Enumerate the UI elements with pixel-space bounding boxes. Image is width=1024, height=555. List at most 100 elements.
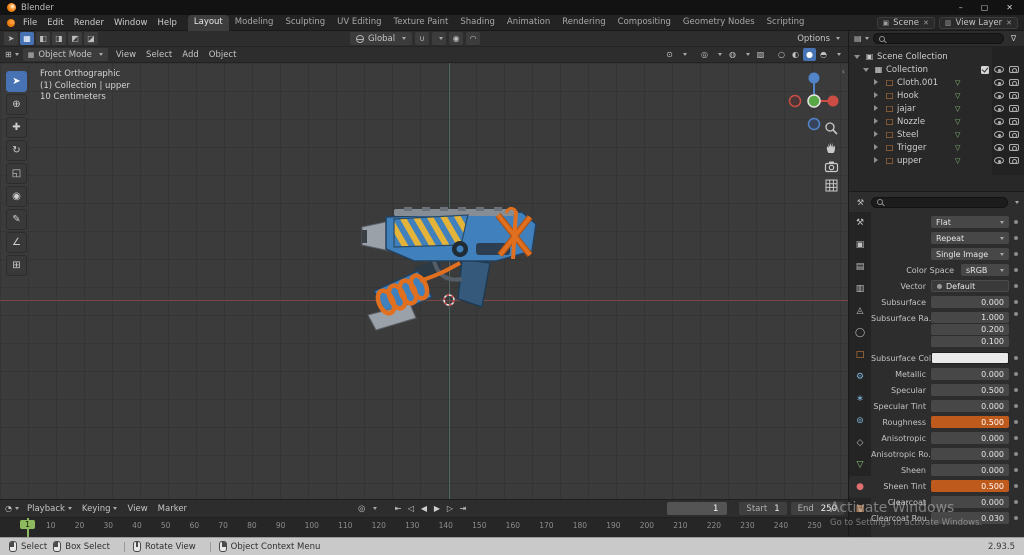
- tool-measure-button[interactable]: ∠: [6, 232, 27, 253]
- menu-window[interactable]: Window: [109, 18, 153, 28]
- timeline-menu-marker[interactable]: Marker: [153, 504, 192, 514]
- expand-icon[interactable]: [874, 117, 883, 127]
- specular-slider[interactable]: 0.500: [931, 384, 1009, 396]
- keyframe-dot[interactable]: [1009, 236, 1022, 240]
- expand-icon[interactable]: [874, 78, 883, 88]
- properties-search-input[interactable]: [871, 196, 1008, 208]
- outliner-item-upper[interactable]: □ upper ▽: [849, 154, 1024, 167]
- keyframe-dot[interactable]: [1009, 452, 1022, 456]
- transform-orientation-dropdown[interactable]: Global: [350, 32, 413, 45]
- hide-viewport-icon[interactable]: [994, 144, 1004, 151]
- expand-icon[interactable]: [874, 91, 883, 101]
- view-layer-unlink-icon[interactable]: ✕: [1006, 19, 1012, 27]
- gizmo-dropdown[interactable]: [712, 48, 725, 61]
- tweak-select-icon[interactable]: ▦: [20, 32, 34, 45]
- shading-solid-icon[interactable]: ◐: [789, 48, 802, 61]
- playhead-tag[interactable]: 1: [20, 520, 36, 529]
- properties-tab-scene[interactable]: ◬: [849, 300, 871, 322]
- specular-tint-slider[interactable]: 0.000: [931, 400, 1009, 412]
- single-image-dropdown[interactable]: Single Image: [931, 248, 1009, 260]
- axis-z-handle[interactable]: [808, 72, 820, 84]
- outliner-search-input[interactable]: [872, 33, 1004, 44]
- show-gizmo-icon[interactable]: ◎: [698, 48, 711, 61]
- color-space-dropdown[interactable]: sRGB: [961, 264, 1009, 276]
- sheen-slider[interactable]: 0.000: [931, 464, 1009, 476]
- viewport-menu-object[interactable]: Object: [204, 50, 242, 60]
- hide-viewport-icon[interactable]: [994, 92, 1004, 99]
- properties-tab-object[interactable]: □: [849, 344, 871, 366]
- disable-render-icon[interactable]: [1009, 66, 1019, 73]
- outliner-item-cloth-001[interactable]: □ Cloth.001 ▽: [849, 76, 1024, 89]
- properties-tab-modifiers[interactable]: ⚙: [849, 366, 871, 388]
- tab-shading[interactable]: Shading: [454, 15, 501, 31]
- tab-sculpting[interactable]: Sculpting: [279, 15, 331, 31]
- tool-scale-button[interactable]: ◱: [6, 163, 27, 184]
- active-tool-icon[interactable]: ➤: [4, 32, 18, 45]
- subsurface-slider[interactable]: 0.000: [931, 296, 1009, 308]
- properties-tab-material[interactable]: ●: [849, 476, 871, 498]
- keyframe-dot[interactable]: [1009, 468, 1022, 472]
- minimize-button[interactable]: –: [959, 3, 963, 12]
- jump-to-start-button[interactable]: ⇤: [392, 502, 404, 515]
- properties-tab-view-layer[interactable]: ▥: [849, 278, 871, 300]
- hide-viewport-icon[interactable]: [994, 79, 1004, 86]
- expand-icon[interactable]: [874, 156, 883, 166]
- jump-to-end-button[interactable]: ⇥: [457, 502, 469, 515]
- tab-animation[interactable]: Animation: [501, 15, 556, 31]
- collapse-icon[interactable]: [854, 52, 863, 62]
- auto-keying-icon[interactable]: ◎: [358, 504, 365, 514]
- hide-viewport-icon[interactable]: [994, 118, 1004, 125]
- properties-tab-texture[interactable]: ▦: [849, 498, 871, 520]
- anisotropic-slider[interactable]: 0.000: [931, 432, 1009, 444]
- keyframe-dot[interactable]: [1009, 252, 1022, 256]
- outliner-item-hook[interactable]: □ Hook ▽: [849, 89, 1024, 102]
- sidebar-toggle[interactable]: ‹: [842, 67, 845, 76]
- keyframe-dot[interactable]: [1009, 284, 1022, 288]
- disable-render-icon[interactable]: [1009, 157, 1019, 164]
- pan-hand-icon[interactable]: [824, 140, 839, 155]
- maximize-button[interactable]: ▢: [981, 3, 989, 12]
- properties-tab-particles[interactable]: ∗: [849, 388, 871, 410]
- mode-dropdown[interactable]: ▦ Object Mode: [22, 48, 108, 61]
- subsurface-ra-field-1[interactable]: 0.200: [931, 324, 1009, 335]
- gun-model[interactable]: [356, 203, 546, 343]
- tool-add-cube-button[interactable]: ⊞: [6, 255, 27, 276]
- properties-tab-world[interactable]: ◯: [849, 322, 871, 344]
- tab-scripting[interactable]: Scripting: [761, 15, 811, 31]
- disable-render-icon[interactable]: [1009, 105, 1019, 112]
- keyframe-dot[interactable]: [1009, 404, 1022, 408]
- menu-file[interactable]: File: [18, 18, 42, 28]
- disable-render-icon[interactable]: [1009, 144, 1019, 151]
- proportional-editing-icon[interactable]: ◉: [449, 32, 464, 45]
- disable-render-icon[interactable]: [1009, 92, 1019, 99]
- hide-viewport-icon[interactable]: [994, 105, 1004, 112]
- timeline-editor-icon[interactable]: ◔: [4, 502, 20, 515]
- visibility-dropdown[interactable]: [677, 48, 690, 61]
- blender-menu-icon[interactable]: [7, 18, 15, 27]
- snap-dropdown[interactable]: [432, 32, 447, 45]
- select-intersect-icon[interactable]: ◪: [84, 32, 98, 45]
- hide-viewport-icon[interactable]: [994, 157, 1004, 164]
- keyframe-dot[interactable]: [1009, 500, 1022, 504]
- toggle-ortho-icon[interactable]: [824, 178, 839, 193]
- vector-button[interactable]: Default: [931, 280, 1009, 292]
- outliner-item-nozzle[interactable]: □ Nozzle ▽: [849, 115, 1024, 128]
- tab-geometry-nodes[interactable]: Geometry Nodes: [677, 15, 761, 31]
- collapse-icon[interactable]: [863, 65, 872, 75]
- zoom-icon[interactable]: [824, 121, 839, 136]
- tool-transform-button[interactable]: ◉: [6, 186, 27, 207]
- hide-viewport-icon[interactable]: [994, 131, 1004, 138]
- scene-unlink-icon[interactable]: ✕: [923, 19, 929, 27]
- keyframe-dot[interactable]: [1009, 372, 1022, 376]
- snap-magnet-icon[interactable]: ∪: [415, 32, 430, 45]
- repeat-dropdown[interactable]: Repeat: [931, 232, 1009, 244]
- shading-material-icon[interactable]: ●: [803, 48, 816, 61]
- prev-keyframe-button[interactable]: ◁: [405, 502, 417, 515]
- overlays-dropdown[interactable]: [740, 48, 753, 61]
- current-frame-field[interactable]: 1: [667, 502, 728, 515]
- keyframe-dot[interactable]: [1009, 516, 1022, 520]
- outliner-item-trigger[interactable]: □ Trigger ▽: [849, 141, 1024, 154]
- tab-rendering[interactable]: Rendering: [556, 15, 611, 31]
- tool-cursor-button[interactable]: ⊕: [6, 94, 27, 115]
- selectability-icon[interactable]: ⊙: [663, 48, 676, 61]
